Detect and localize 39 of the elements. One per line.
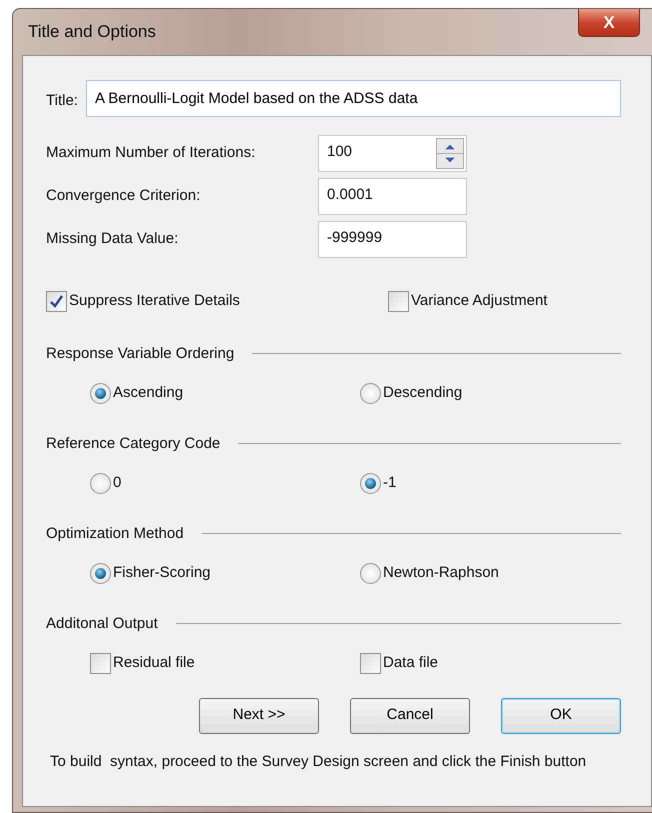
- title-input[interactable]: A Bernoulli-Logit Model based on the ADSS data: [86, 80, 621, 117]
- checkbox[interactable]: [388, 290, 409, 312]
- group-title: Additonal Output: [46, 614, 158, 634]
- field-label: Title:: [46, 91, 78, 112]
- field-label: Convergence Criterion:: [46, 186, 202, 206]
- checkbox[interactable]: [90, 652, 111, 674]
- dialog-button[interactable]: Next >>: [199, 698, 319, 734]
- radio-label[interactable]: Fisher-Scoring: [113, 562, 211, 584]
- field-label: Maximum Number of Iterations:: [46, 143, 256, 164]
- group-title: Response Variable Ordering: [46, 344, 234, 364]
- radio-button[interactable]: [360, 562, 381, 584]
- radio-label[interactable]: Ascending: [113, 382, 184, 404]
- radio-label[interactable]: Descending: [383, 382, 462, 404]
- input-field[interactable]: 0.0001: [318, 178, 467, 215]
- dialog-button[interactable]: OK: [501, 698, 621, 734]
- instruction-text: To build syntax, proceed to the Survey Design screen and click the Finish button: [50, 752, 588, 772]
- checkbox[interactable]: [360, 652, 381, 674]
- radio-button[interactable]: [90, 562, 111, 584]
- radio-button[interactable]: [360, 382, 381, 404]
- input-field[interactable]: -999999: [318, 221, 467, 258]
- checkbox-label[interactable]: Suppress Iterative Details: [69, 290, 240, 312]
- checkbox-label[interactable]: Data file: [383, 652, 438, 674]
- checkbox-label[interactable]: Residual file: [113, 652, 195, 674]
- close-button[interactable]: X: [578, 9, 640, 37]
- spinner-arrows-icon[interactable]: [436, 138, 464, 169]
- radio-button[interactable]: [90, 472, 111, 494]
- radio-button[interactable]: [90, 382, 111, 404]
- window-title: Title and Options: [28, 21, 156, 44]
- dialog-button[interactable]: Cancel: [350, 698, 470, 734]
- radio-label[interactable]: Newton-Raphson: [383, 562, 499, 584]
- radio-label[interactable]: 0: [113, 472, 122, 494]
- group-title: Reference Category Code: [46, 434, 220, 454]
- checkbox[interactable]: [46, 290, 67, 312]
- radio-button[interactable]: [360, 472, 381, 494]
- spinner-field[interactable]: 100: [318, 135, 467, 172]
- field-label: Missing Data Value:: [46, 229, 180, 250]
- radio-label[interactable]: -1: [383, 472, 396, 494]
- group-title: Optimization Method: [46, 524, 184, 544]
- checkbox-label[interactable]: Variance Adjustment: [411, 290, 548, 312]
